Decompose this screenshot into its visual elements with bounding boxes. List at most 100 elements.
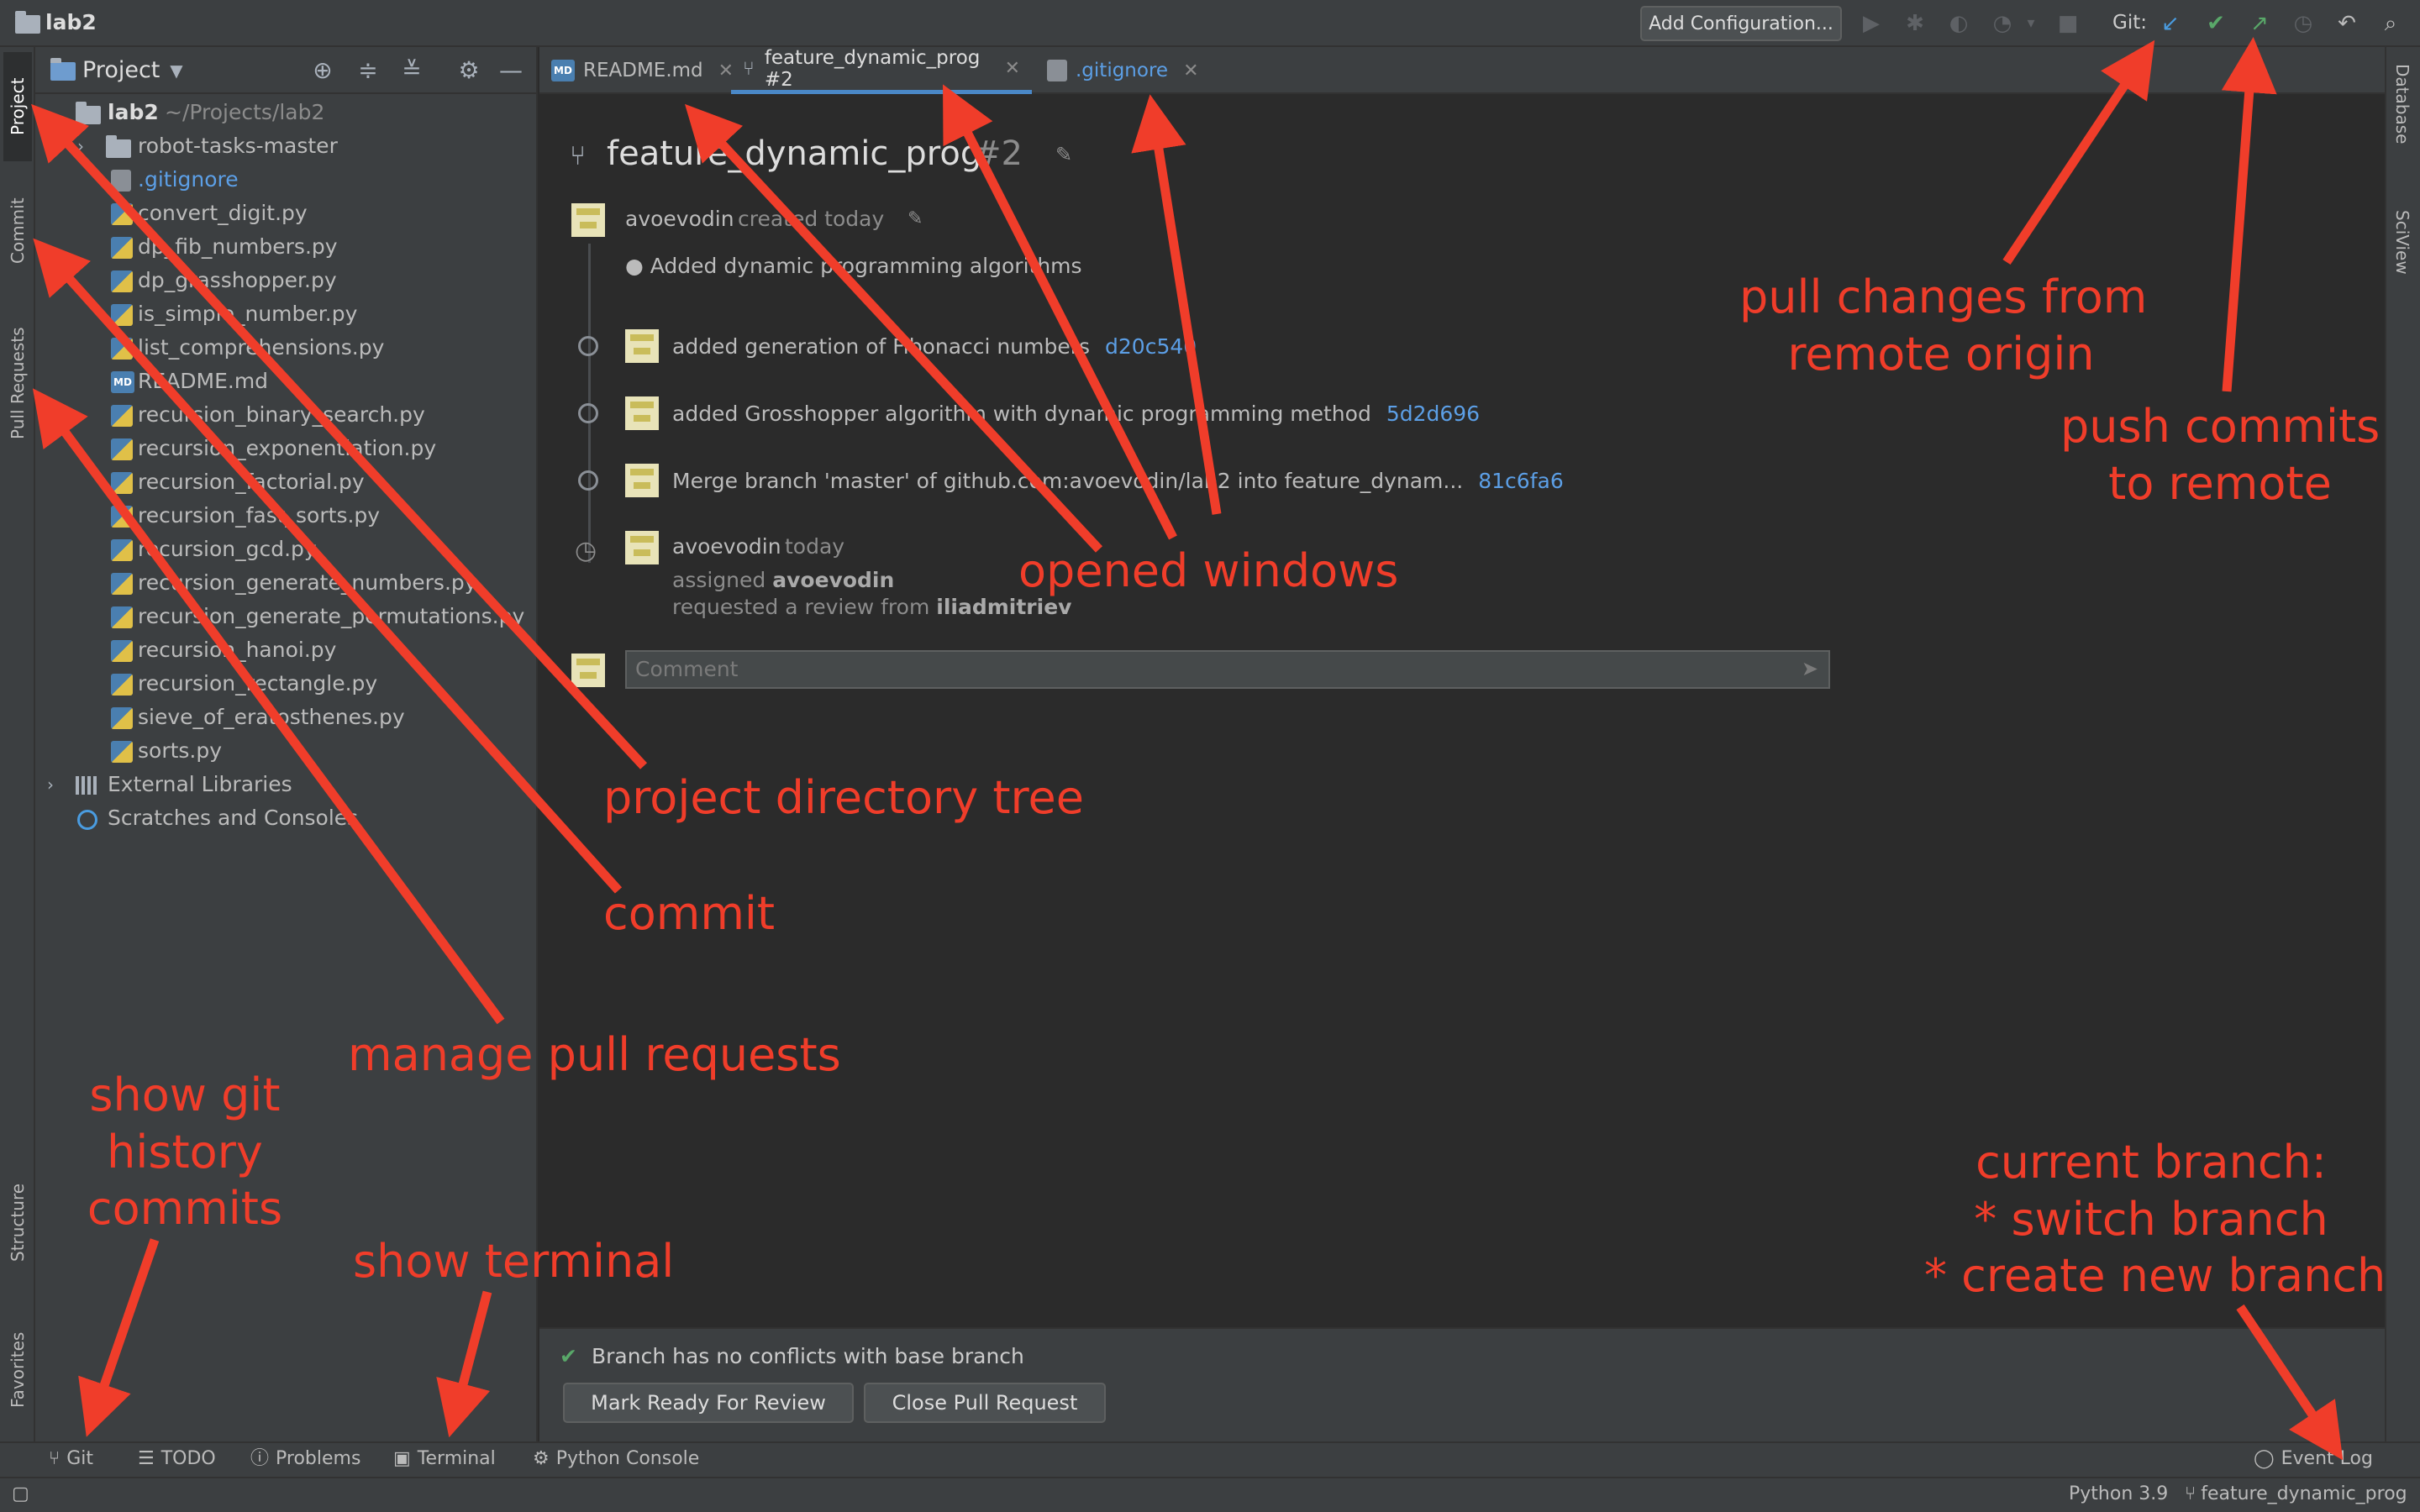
tree-file[interactable]: recursion_hanoi.py (44, 633, 531, 667)
tab-favorites[interactable]: Favorites (3, 1307, 32, 1433)
commit-hash[interactable]: 5d2d696 (1386, 402, 1480, 426)
commit-message: added generation of Fibonacci numbers (672, 334, 1091, 359)
tree-file[interactable]: convert_digit.py (44, 197, 531, 230)
avatar (571, 654, 605, 687)
tree-file[interactable]: .gitignore (44, 163, 531, 197)
commit-row[interactable]: Merge branch 'master' of github.com:avoe… (672, 469, 1564, 493)
tab-label: feature_dynamic_prog #2 (764, 46, 981, 91)
tab-pull-request[interactable]: ⑂ feature_dynamic_prog #2 ✕ (731, 47, 1032, 94)
edit-description-icon[interactable]: ✎ (908, 208, 923, 229)
close-pull-request-button[interactable]: Close Pull Request (864, 1383, 1106, 1423)
tree-folder[interactable]: › robot-tasks-master (44, 129, 531, 163)
python-file-icon (111, 472, 133, 494)
tree-file[interactable]: sieve_of_eratosthenes.py (44, 701, 531, 734)
tree-file[interactable]: recursion_rectangle.py (44, 667, 531, 701)
file-name: dp_grasshopper.py (138, 268, 337, 292)
tree-external-libraries[interactable]: › External Libraries (44, 768, 531, 801)
interpreter-status[interactable]: Python 3.9 (2069, 1480, 2168, 1509)
tree-scratches[interactable]: Scratches and Consoles (44, 801, 531, 835)
tree-file[interactable]: sorts.py (44, 734, 531, 768)
layout-icon[interactable]: ▢ (12, 1480, 29, 1509)
tool-event-log[interactable]: ◯ Event Log (2254, 1445, 2373, 1473)
commit-hash[interactable]: d20c540 (1105, 334, 1197, 359)
tool-label: Git (66, 1448, 93, 1469)
tab-sciview[interactable]: SciView (2388, 210, 2417, 319)
commit-row[interactable]: added generation of Fibonacci numbers d20… (672, 334, 1197, 359)
tool-label: Terminal (417, 1448, 496, 1469)
tab-commit[interactable]: Commit (3, 176, 32, 286)
gitignore-icon (111, 170, 131, 192)
run-dropdown-icon[interactable]: ▾ (2018, 11, 2044, 36)
tab-pull-requests[interactable]: Pull Requests (3, 307, 32, 459)
tree-file[interactable]: recursion_binary_search.py (44, 398, 531, 432)
tab-structure[interactable]: Structure (3, 1159, 32, 1285)
chevron-down-icon[interactable]: ▼ (163, 57, 190, 84)
rollback-icon[interactable]: ↶ (2334, 11, 2360, 36)
history-icon[interactable]: ◷ (2291, 11, 2316, 36)
push-icon[interactable]: ↗ (2247, 11, 2272, 36)
markdown-icon: MD (551, 60, 575, 81)
project-view-selector[interactable]: Project (82, 57, 160, 83)
pr-description: ● Added dynamic programming algorithms (625, 254, 1082, 278)
tree-file[interactable]: recursion_generate_permutations.py (44, 600, 531, 633)
tree-file[interactable]: dp_grasshopper.py (44, 264, 531, 297)
pr-author[interactable]: avoevodin (625, 207, 734, 231)
debug-icon[interactable]: ✱ (1902, 11, 1928, 36)
collapse-all-icon[interactable]: ≚ (398, 57, 425, 84)
edit-title-icon[interactable]: ✎ (1055, 143, 1072, 166)
markdown-icon: MD (111, 371, 134, 393)
tree-file[interactable]: recursion_factorial.py (44, 465, 531, 499)
close-icon[interactable]: ✕ (1183, 60, 1198, 81)
commit-hash[interactable]: 81c6fa6 (1478, 469, 1564, 493)
python-file-icon (111, 573, 133, 595)
tool-git[interactable]: ⑂ Git (49, 1445, 93, 1473)
python-file-icon (111, 237, 133, 259)
tab-readme[interactable]: MD README.md ✕ (551, 47, 734, 94)
coverage-icon[interactable]: ◐ (1946, 11, 1971, 36)
tree-root[interactable]: ⌄ lab2 ~/Projects/lab2 (44, 96, 531, 129)
file-name: convert_digit.py (138, 201, 308, 225)
tree-file[interactable]: recursion_exponentiation.py (44, 432, 531, 465)
mark-ready-button[interactable]: Mark Ready For Review (563, 1383, 854, 1423)
update-project-icon[interactable]: ↙ (2158, 11, 2183, 36)
run-icon[interactable]: ▶ (1859, 11, 1884, 36)
commit-row[interactable]: added Grosshopper algorithm with dynamic… (672, 402, 1480, 426)
close-icon[interactable]: ✕ (1005, 58, 1020, 79)
search-icon[interactable]: ⌕ (2378, 11, 2403, 36)
tab-database[interactable]: Database (2388, 64, 2417, 181)
tool-terminal[interactable]: ▣ Terminal (393, 1445, 496, 1473)
branch-widget[interactable]: ⑂ feature_dynamic_prog (2185, 1480, 2407, 1509)
tree-file[interactable]: recursion_gcd.py (44, 533, 531, 566)
tree-file[interactable]: list_comprehensions.py (44, 331, 531, 365)
expand-all-icon[interactable]: ≑ (355, 57, 381, 84)
tree-file[interactable]: recursion_generate_numbers.py (44, 566, 531, 600)
send-icon[interactable]: ➤ (1802, 657, 1818, 680)
hide-panel-icon[interactable]: — (497, 57, 524, 84)
tab-gitignore[interactable]: .gitignore ✕ (1047, 47, 1199, 94)
stop-icon[interactable]: ■ (2055, 11, 2081, 36)
add-configuration-button[interactable]: Add Configuration... (1640, 6, 1842, 41)
locate-icon[interactable]: ⊕ (309, 57, 336, 84)
tool-python-console[interactable]: ⚙ Python Console (533, 1445, 699, 1473)
event-user[interactable]: avoevodin (672, 534, 781, 559)
tree-file[interactable]: dp_fib_numbers.py (44, 230, 531, 264)
annotation-terminal: show terminal (353, 1235, 675, 1288)
avatar (625, 396, 659, 430)
tool-todo[interactable]: ☰ TODO (138, 1445, 216, 1473)
pull-request-icon: ⑂ (743, 57, 755, 80)
profile-icon[interactable]: ◔ (1990, 11, 2015, 36)
tree-file[interactable]: is_simple_number.py (44, 297, 531, 331)
clock-icon: ◷ (575, 536, 597, 565)
tree-file[interactable]: MD README.md (44, 365, 531, 398)
annotation-line: remote origin (1787, 327, 2095, 381)
assigned-prefix: assigned (672, 568, 766, 592)
python-file-icon (111, 707, 133, 729)
commit-check-icon[interactable]: ✔ (2203, 11, 2228, 36)
python-file-icon (111, 338, 133, 360)
tab-project[interactable]: Project (3, 52, 32, 161)
comment-input[interactable]: Comment ➤ (625, 650, 1830, 689)
tree-file[interactable]: recursion_fast_sorts.py (44, 499, 531, 533)
tool-problems[interactable]: ⓘ Problems (250, 1445, 360, 1473)
assigned-line: assigned avoevodin (672, 568, 894, 592)
gear-icon[interactable]: ⚙ (455, 57, 482, 84)
